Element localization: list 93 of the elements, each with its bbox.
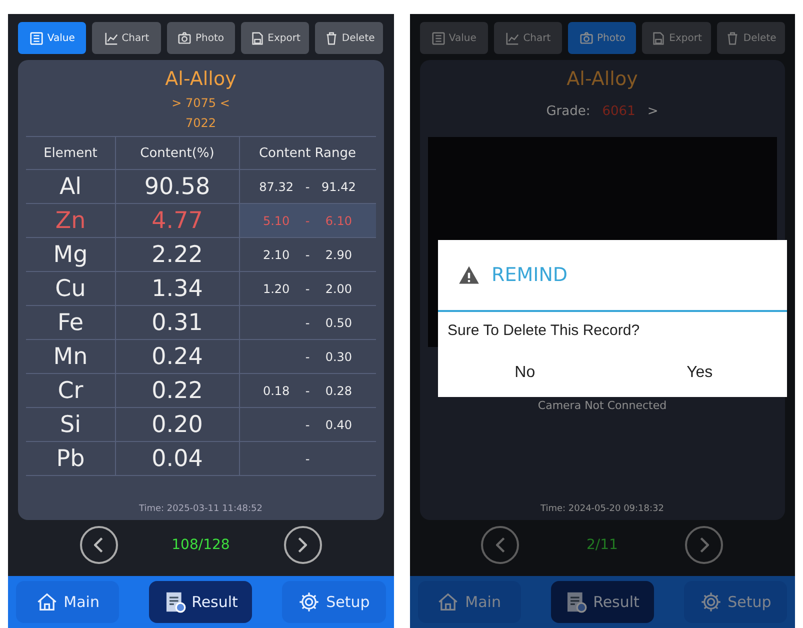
camera-icon (177, 30, 192, 46)
next-button[interactable] (284, 526, 322, 564)
chevron-right-icon (298, 537, 308, 553)
range-max-text: 0.40 (325, 418, 352, 432)
table-cell: 0.22 (116, 374, 240, 407)
range-min-text: 5.10 (262, 214, 290, 228)
tab[interactable]: Photo (568, 22, 636, 54)
range-min-text: 1.20 (262, 282, 290, 296)
range-min-text: 0.18 (262, 384, 290, 398)
tab[interactable]: Photo (166, 22, 235, 54)
table-cell: Cu (26, 272, 116, 305)
line-chart-icon (505, 30, 520, 46)
table-cell: 0.24 (116, 340, 240, 373)
grade-text: 7022 (185, 116, 216, 130)
grade-value: 6061 (602, 104, 636, 119)
timestamp: Time: 2024-05-20 09:18:32 (540, 504, 664, 514)
table-cell: Zn (26, 204, 116, 237)
range-max-text: 91.42 (321, 180, 356, 194)
list-icon (430, 30, 446, 46)
range-separator: - (305, 282, 310, 296)
table-cell: Mn (26, 340, 116, 373)
table-cell: Pb (26, 442, 116, 475)
dialog-title: REMIND (492, 264, 568, 286)
nav-button[interactable]: Result (149, 581, 252, 623)
timestamp: Time: 2025-03-11 11:48:52 (138, 504, 262, 514)
range-max-text: 2.90 (325, 248, 352, 262)
table-cell: Cr (26, 374, 116, 407)
alloy-title: Al-Alloy (566, 68, 638, 90)
nav-button[interactable]: Setup (282, 581, 386, 623)
chevron-right-icon (700, 537, 709, 553)
warning-icon (458, 264, 480, 286)
list-icon (29, 30, 44, 46)
range-min-text: 2.10 (262, 248, 290, 262)
range-separator: - (305, 180, 310, 194)
tab[interactable]: Value (420, 22, 488, 54)
line-chart-icon (104, 30, 119, 46)
table-cell: 0.20 (116, 408, 240, 441)
table-cell: 0.31 (116, 306, 240, 339)
camera-icon (578, 30, 594, 46)
table-cell: 2.22 (116, 238, 240, 271)
grade-arrow[interactable]: > (647, 104, 658, 119)
table-cell: Al (26, 170, 116, 203)
document-icon (250, 30, 265, 46)
table-cell: 90.58 (116, 170, 240, 203)
column-header: Content Range (258, 144, 358, 162)
home-icon (36, 591, 58, 613)
nav-button[interactable]: Setup (684, 581, 788, 623)
table-cell: Si (26, 408, 116, 441)
tab[interactable]: Delete (716, 22, 785, 54)
tab[interactable]: Export (240, 22, 310, 54)
table-cell: 1.34 (116, 272, 240, 305)
range-separator: - (305, 214, 310, 228)
chevron-left-icon (496, 537, 505, 553)
range-separator: - (305, 350, 310, 364)
record-counter: 108/128 (170, 537, 231, 553)
range-max-text: 0.30 (325, 350, 352, 364)
report-icon (565, 591, 588, 613)
range-separator: - (305, 452, 310, 466)
range-separator: - (305, 316, 310, 330)
record-counter: 2/11 (586, 537, 619, 553)
range-max-text: 0.50 (325, 316, 352, 330)
previous-button[interactable] (80, 526, 118, 564)
alloy-title: Al-Alloy (165, 68, 236, 90)
table-cell: Fe (26, 306, 116, 339)
grade-text: > 7075 < (172, 96, 230, 110)
tab[interactable]: Export (642, 22, 711, 54)
camera-status: Camera Not Connected (538, 399, 667, 412)
range-separator: - (305, 248, 310, 262)
range-max-text: 2.00 (325, 282, 352, 296)
tab[interactable]: Chart (494, 22, 562, 54)
chevron-left-icon (94, 537, 104, 553)
tab[interactable]: Value (18, 22, 86, 54)
nav-button[interactable]: Main (418, 581, 521, 623)
nav-button[interactable]: Main (16, 581, 120, 623)
home-icon (437, 591, 460, 613)
nav-button[interactable]: Result (550, 581, 654, 623)
range-separator: - (305, 384, 310, 398)
range-separator: - (305, 418, 310, 432)
report-icon (164, 591, 186, 613)
tab[interactable]: Chart (92, 22, 161, 54)
dialog-message: Sure To Delete This Record? (446, 321, 641, 341)
range-max-text: 6.10 (325, 214, 352, 228)
column-header: Content(%) (116, 137, 240, 169)
tab[interactable]: Delete (315, 22, 384, 54)
column-header: Element (26, 137, 116, 169)
range-min-text: 87.32 (259, 180, 294, 194)
range-max-text: 0.28 (325, 384, 352, 398)
gear-icon (700, 591, 722, 613)
gear-icon (298, 591, 320, 613)
document-icon (651, 30, 666, 46)
grade-label: Grade: (546, 104, 590, 119)
table-cell: Mg (26, 238, 116, 271)
table-cell: 0.04 (116, 442, 240, 475)
